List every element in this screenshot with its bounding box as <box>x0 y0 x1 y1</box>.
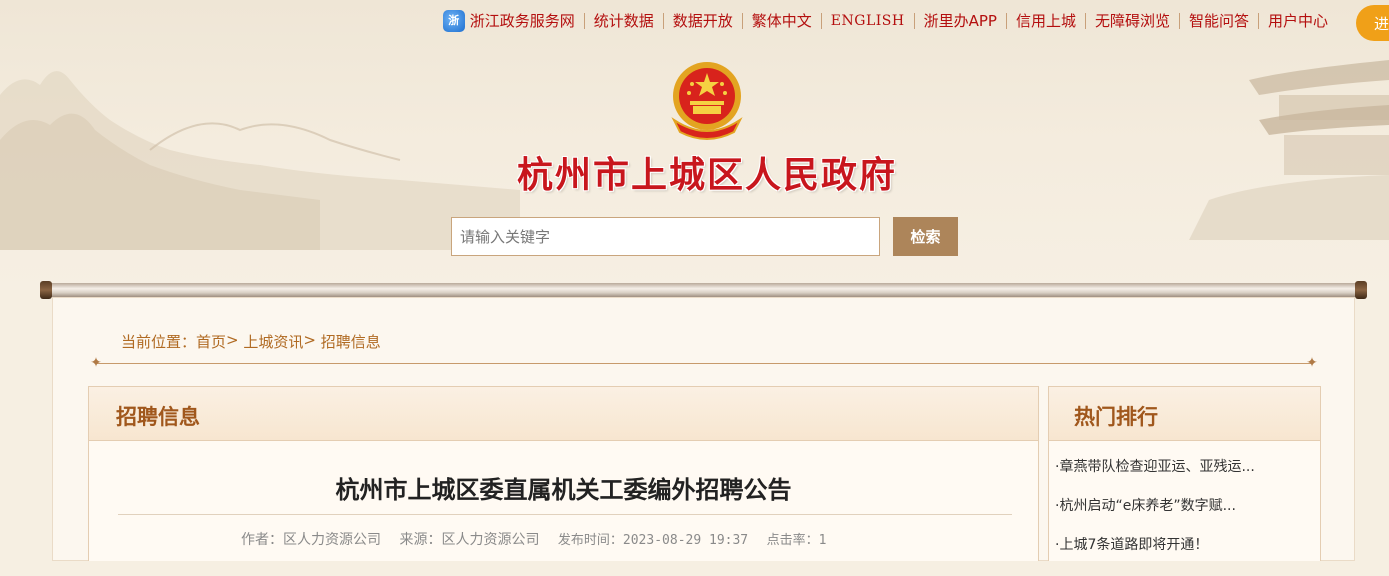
nav-link-traditional-chinese[interactable]: 繁体中文 <box>741 13 821 29</box>
nav-link-smart-qa[interactable]: 智能问答 <box>1178 13 1258 29</box>
nav-link-open-data[interactable]: 数据开放 <box>662 13 742 29</box>
article-clicks: 点击率：1 <box>766 533 827 548</box>
scroll-roller-end-right <box>1355 281 1367 299</box>
login-button[interactable]: 进 <box>1356 5 1389 41</box>
nav-link-credit-shangcheng[interactable]: 信用上城 <box>1005 13 1085 29</box>
divider-ornament-icon: ✦ <box>1306 355 1318 371</box>
hot-ranking-title: 热门排行 <box>1074 405 1158 429</box>
pavilion-painting-decoration <box>1189 60 1389 240</box>
article-source: 来源：区人力资源公司 <box>399 532 540 548</box>
breadcrumb-separator: > <box>303 331 316 349</box>
article-panel-header: 招聘信息 <box>89 387 1038 441</box>
article-publish-time: 发布时间：2023-08-29 19:37 <box>557 533 749 548</box>
breadcrumb: 当前位置： 首页 > 上城资讯 > 招聘信息 <box>121 331 381 352</box>
hot-item-link[interactable]: ·上城7条道路即将开通！ <box>1055 537 1208 553</box>
scroll-roller-decoration <box>40 283 1367 297</box>
zhejiang-gov-logo-icon: 浙 <box>442 10 465 32</box>
national-emblem-icon <box>671 62 743 140</box>
nav-link-accessibility[interactable]: 无障碍浏览 <box>1084 13 1179 29</box>
nav-link-label: 浙江政务服务网 <box>469 12 575 30</box>
breadcrumb-item-recruitment[interactable]: 招聘信息 <box>321 331 381 352</box>
top-navigation: 浙 浙江政务服务网 统计数据 数据开放 繁体中文 ENGLISH 浙里办APP … <box>442 9 1337 33</box>
nav-link-zheliban-app[interactable]: 浙里办APP <box>913 13 1006 29</box>
breadcrumb-item-home[interactable]: 首页 <box>196 331 226 352</box>
hot-ranking-panel: 热门排行 ·章燕带队检查迎亚运、亚残运... ·杭州启动“e床养老”数字赋...… <box>1048 386 1321 561</box>
site-title: 杭州市上城区人民政府 <box>516 154 897 196</box>
list-item: ·杭州启动“e床养老”数字赋... <box>1055 498 1255 537</box>
article-author: 作者：区人力资源公司 <box>241 532 381 548</box>
hot-ranking-header: 热门排行 <box>1049 387 1320 441</box>
hot-ranking-list: ·章燕带队检查迎亚运、亚残运... ·杭州启动“e床养老”数字赋... ·上城7… <box>1055 459 1255 576</box>
nav-link-zhejiang-gov-service[interactable]: 浙 浙江政务服务网 <box>442 10 584 32</box>
section-title: 招聘信息 <box>116 405 200 429</box>
hot-item-link[interactable]: ·章燕带队检查迎亚运、亚残运... <box>1055 459 1255 475</box>
nav-link-statistics[interactable]: 统计数据 <box>583 13 663 29</box>
list-item: ·上城7条道路即将开通！ <box>1055 537 1255 576</box>
search-input[interactable] <box>451 217 880 256</box>
landscape-painting-decoration <box>0 71 520 250</box>
article-meta: 作者：区人力资源公司 来源：区人力资源公司 发布时间：2023-08-29 19… <box>241 529 840 549</box>
divider-ornament-icon: ✦ <box>90 355 102 371</box>
article-panel: 招聘信息 杭州市上城区委直属机关工委编外招聘公告 作者：区人力资源公司 来源：区… <box>88 386 1039 561</box>
article-title-divider <box>118 514 1012 515</box>
breadcrumb-separator: > <box>226 331 239 349</box>
nav-link-english[interactable]: ENGLISH <box>820 13 914 29</box>
breadcrumb-divider <box>96 363 1312 364</box>
nav-link-user-center[interactable]: 用户中心 <box>1257 13 1337 29</box>
breadcrumb-item-news[interactable]: 上城资讯 <box>243 331 303 352</box>
breadcrumb-prefix: 当前位置： <box>121 333 197 351</box>
scroll-roller-end-left <box>40 281 52 299</box>
list-item: ·章燕带队检查迎亚运、亚残运... <box>1055 459 1255 498</box>
hot-item-link[interactable]: ·杭州启动“e床养老”数字赋... <box>1055 498 1236 514</box>
search-button[interactable]: 检索 <box>893 217 958 256</box>
article-title: 杭州市上城区委直属机关工委编外招聘公告 <box>335 476 792 504</box>
